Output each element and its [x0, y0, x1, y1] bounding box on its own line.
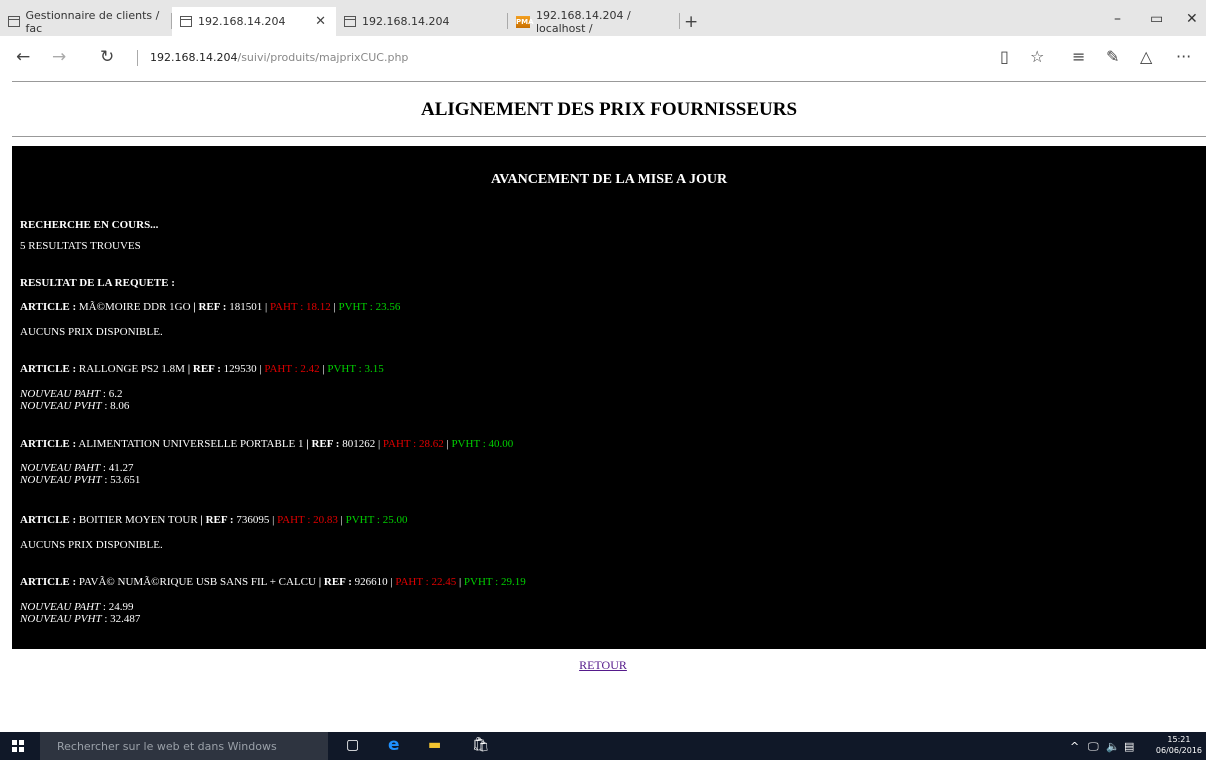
file-explorer-icon[interactable]: ▬: [428, 737, 441, 753]
task-view-icon[interactable]: ▢: [346, 737, 359, 753]
tab-label: 192.168.14.204: [362, 15, 450, 28]
clock-time: 15:21: [1167, 735, 1191, 744]
address-bar: ← → ↻ 192.168.14.204/suivi/produits/majp…: [0, 36, 1206, 78]
edge-icon[interactable]: e: [388, 735, 400, 755]
tab-gestionnaire[interactable]: Gestionnaire de clients / fac: [0, 7, 172, 36]
paht-value: PAHT : 22.45: [395, 576, 457, 588]
article-ref: 129530: [223, 363, 257, 375]
phpmyadmin-icon: PMA: [516, 15, 534, 28]
no-price-message: AUCUNS PRIX DISPONIBLE.: [20, 326, 163, 338]
pvht-value: PVHT : 25.00: [345, 514, 408, 526]
windows-start-icon[interactable]: [12, 740, 24, 752]
tray-chevron-icon[interactable]: ^: [1070, 740, 1079, 753]
panel-title: AVANCEMENT DE LA MISE A JOUR: [490, 172, 728, 187]
more-icon[interactable]: ···: [1176, 47, 1191, 66]
refresh-icon[interactable]: ↻: [100, 47, 114, 67]
article-ref: 181501: [229, 301, 263, 313]
tab-phpmyadmin[interactable]: PMA 192.168.14.204 / localhost /: [508, 7, 680, 36]
article-line: ARTICLE : MÃ©MOIRE DDR 1GO | REF : 18150…: [20, 301, 401, 313]
volume-icon[interactable]: 🔈: [1106, 740, 1120, 753]
result-heading: RESULTAT DE LA REQUETE :: [20, 277, 175, 289]
url-field[interactable]: 192.168.14.204/suivi/produits/majprixCUC…: [150, 51, 408, 64]
no-price-message: AUCUNS PRIX DISPONIBLE.: [20, 539, 163, 551]
taskbar-search-placeholder: Rechercher sur le web et dans Windows: [57, 740, 277, 753]
notification-icon[interactable]: ▤: [1124, 740, 1134, 753]
new-paht-line: NOUVEAU PAHT : 24.99: [20, 601, 134, 613]
store-icon[interactable]: 🛍: [472, 737, 490, 753]
share-icon[interactable]: △: [1140, 47, 1152, 66]
paht-value: PAHT : 28.62: [382, 438, 444, 450]
searching-status: RECHERCHE EN COURS...: [20, 219, 159, 231]
clock[interactable]: 15:21 06/06/2016: [1156, 734, 1202, 756]
tab-third[interactable]: 192.168.14.204: [336, 7, 508, 36]
network-icon[interactable]: 🖵: [1088, 740, 1099, 754]
minimize-button[interactable]: –: [1114, 11, 1121, 27]
tab-page-icon: [180, 16, 192, 27]
url-path: /suivi/produits/majprixCUC.php: [237, 51, 409, 64]
reading-view-icon[interactable]: ▯: [1000, 47, 1009, 66]
page-header: ALIGNEMENT DES PRIX FOURNISSEURS: [12, 81, 1206, 137]
pvht-value: PVHT : 29.19: [463, 576, 526, 588]
article-ref: 736095: [236, 514, 270, 526]
article-line: ARTICLE : ALIMENTATION UNIVERSELLE PORTA…: [20, 438, 514, 450]
paht-value: PAHT : 2.42: [264, 363, 320, 375]
update-progress-panel: AVANCEMENT DE LA MISE A JOUR RECHERCHE E…: [12, 146, 1206, 649]
new-paht-line: NOUVEAU PAHT : 41.27: [20, 462, 134, 474]
tab-label: 192.168.14.204: [198, 15, 286, 28]
browser-tab-bar: Gestionnaire de clients / fac 192.168.14…: [0, 0, 1206, 36]
article-ref: 801262: [342, 438, 376, 450]
tab-page-icon: [8, 16, 20, 27]
back-icon[interactable]: ←: [16, 47, 30, 67]
article-name: ALIMENTATION UNIVERSELLE PORTABLE 1: [78, 438, 304, 450]
hub-icon[interactable]: ≡: [1072, 47, 1085, 66]
tab-active[interactable]: 192.168.14.204 ✕: [172, 7, 336, 36]
pvht-value: PVHT : 3.15: [327, 363, 384, 375]
clock-date: 06/06/2016: [1155, 746, 1202, 755]
article-name: RALLONGE PS2 1.8M: [78, 363, 185, 375]
restore-button[interactable]: ▭: [1150, 11, 1163, 27]
article-ref: 926610: [354, 576, 388, 588]
url-host: 192.168.14.204: [150, 51, 238, 64]
retour-container: RETOUR: [0, 658, 1206, 673]
article-line: ARTICLE : BOITIER MOYEN TOUR | REF : 736…: [20, 514, 408, 526]
pvht-value: PVHT : 40.00: [451, 438, 514, 450]
article-line: ARTICLE : RALLONGE PS2 1.8M | REF : 1295…: [20, 363, 384, 375]
favorite-star-icon[interactable]: ☆: [1030, 47, 1044, 66]
close-tab-icon[interactable]: ✕: [315, 14, 326, 29]
article-name: BOITIER MOYEN TOUR: [78, 514, 198, 526]
article-line: ARTICLE : PAVÃ© NUMÃ©RIQUE USB SANS FIL …: [20, 576, 526, 588]
tab-label: 192.168.14.204 / localhost /: [536, 8, 631, 35]
paht-value: PAHT : 18.12: [269, 301, 331, 313]
paht-value: PAHT : 20.83: [277, 514, 338, 526]
new-pvht-line: NOUVEAU PVHT : 8.06: [20, 400, 130, 412]
note-icon[interactable]: ✎: [1106, 47, 1119, 66]
forward-icon[interactable]: →: [52, 47, 66, 67]
results-count: 5 RESULTATS TROUVES: [20, 240, 141, 252]
new-pvht-line: NOUVEAU PVHT : 53.651: [20, 474, 141, 486]
article-name: MÃ©MOIRE DDR 1GO: [78, 301, 191, 313]
new-pvht-line: NOUVEAU PVHT : 32.487: [20, 613, 141, 625]
tab-label: Gestionnaire de clients / fac: [25, 8, 160, 35]
page-title: ALIGNEMENT DES PRIX FOURNISSEURS: [420, 99, 798, 120]
article-name: PAVÃ© NUMÃ©RIQUE USB SANS FIL + CALCU: [78, 576, 316, 588]
close-window-button[interactable]: ✕: [1186, 11, 1198, 27]
taskbar-search[interactable]: Rechercher sur le web et dans Windows: [40, 732, 328, 760]
retour-link[interactable]: RETOUR: [579, 658, 627, 672]
new-tab-button[interactable]: +: [684, 12, 698, 32]
windows-taskbar: Rechercher sur le web et dans Windows ▢ …: [0, 732, 1206, 760]
new-paht-line: NOUVEAU PAHT : 6.2: [20, 388, 123, 400]
tab-page-icon: [344, 16, 356, 27]
pvht-value: PVHT : 23.56: [338, 301, 401, 313]
